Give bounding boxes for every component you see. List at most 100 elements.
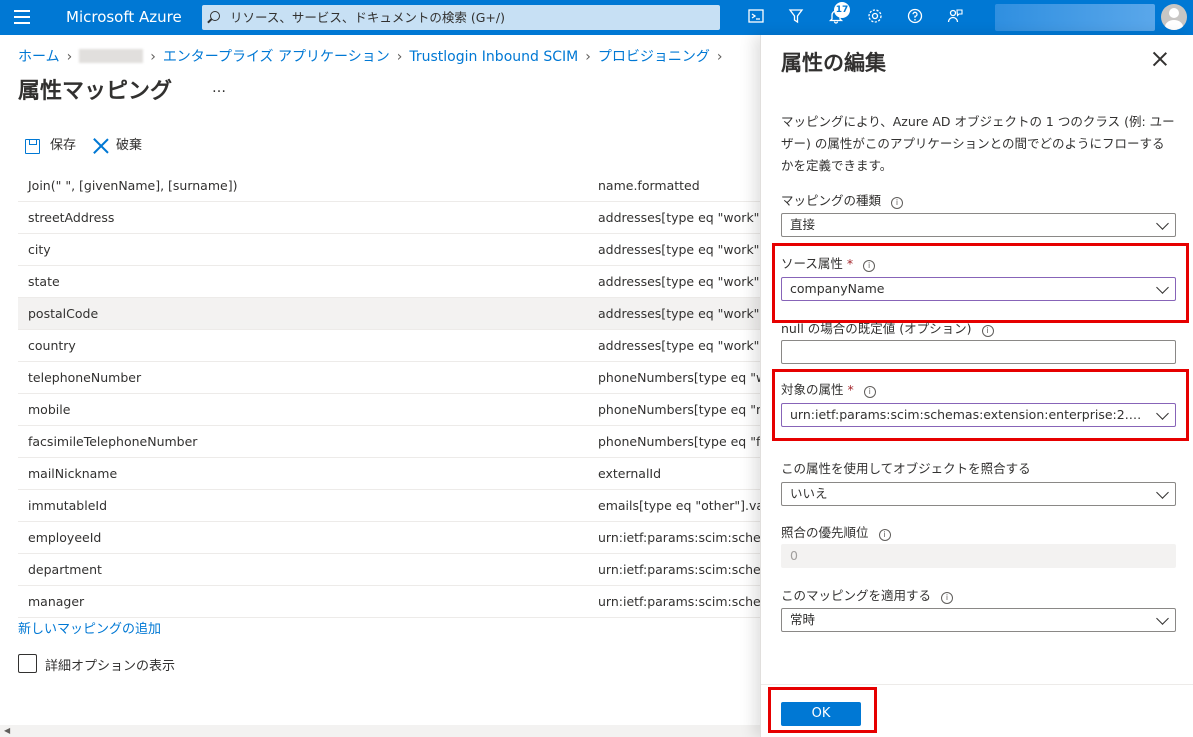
source-attribute-cell: mailNickname [28,466,118,481]
source-attribute-cell: department [28,562,102,577]
source-attribute-cell: telephoneNumber [28,370,142,385]
table-row[interactable]: Join(" ", [givenName], [surname]) name.fo… [18,170,760,202]
target-attribute-cell: addresses[type eq "work"].country [598,338,760,353]
table-row[interactable]: state addresses[type eq "work"].region [18,266,760,298]
source-attribute-cell: country [28,338,76,353]
breadcrumb-enterprise-apps[interactable]: エンタープライズ アプリケーション [163,49,390,65]
panel-footer-divider [761,684,1193,685]
table-row[interactable]: city addresses[type eq "work"].locality [18,234,760,266]
table-row[interactable]: immutableId emails[type eq "other"].value [18,490,760,522]
show-advanced-checkbox[interactable] [18,654,37,673]
info-icon[interactable]: i [863,260,876,272]
chevron-right-icon: › [585,49,591,65]
target-attribute-cell: phoneNumbers[type eq "work"].value [598,370,760,385]
source-attribute-label: ソース属性 * i [781,253,876,272]
breadcrumb-tenant-blurred[interactable] [79,49,144,63]
required-mark: * [847,382,854,397]
panel-description: マッピングにより、Azure AD オブジェクトの 1 つのクラス (例: ユー… [781,114,1175,173]
info-icon[interactable]: i [891,197,904,209]
breadcrumb: ホーム › › エンタープライズ アプリケーション › Trustlogin Inboun… [18,46,729,66]
panel-title: 属性の編集 [781,51,886,75]
source-attribute-cell: streetAddress [28,210,115,225]
chevron-right-icon: › [716,49,723,65]
feedback-icon[interactable] [945,8,965,28]
chevron-right-icon: › [396,49,403,65]
source-attribute-cell: Join(" ", [givenName], [surname]) [28,178,238,193]
table-row[interactable]: employeeId urn:ietf:params:scim:schemas:e… [18,522,760,554]
scroll-left-icon[interactable]: ◀ [4,726,10,735]
table-row[interactable]: country addresses[type eq "work"].country [18,330,760,362]
close-icon[interactable] [1152,51,1168,67]
mapping-type-dropdown[interactable]: 直接 [781,213,1176,237]
mapping-table: Join(" ", [givenName], [surname]) name.fo… [18,170,760,618]
save-button[interactable]: 保存 [25,137,80,157]
table-row[interactable]: mailNickname externalId [18,458,760,490]
portal-brand[interactable]: Microsoft Azure [66,8,182,26]
breadcrumb-app[interactable]: Trustlogin Inbound SCIM [409,49,578,65]
target-attribute-cell: phoneNumbers[type eq "fax"].value [598,434,760,449]
info-icon[interactable]: i [863,386,876,398]
target-attribute-cell: urn:ietf:params:scim:schemas:extension:e… [598,594,760,609]
source-attribute-cell: city [28,242,51,257]
source-attribute-cell: employeeId [28,530,102,545]
horizontal-scrollbar[interactable]: ◀ [0,725,760,737]
menu-icon[interactable] [14,10,30,24]
target-attribute-cell: urn:ietf:params:scim:schemas:extension:e… [598,562,760,577]
info-icon[interactable]: i [981,325,994,337]
cloud-shell-icon[interactable] [746,8,766,28]
breadcrumb-provisioning[interactable]: プロビジョニング [598,49,710,65]
table-row[interactable]: facsimileTelephoneNumber phoneNumbers[typ… [18,426,760,458]
notification-count-badge: 17 [834,2,850,18]
avatar[interactable] [1161,4,1187,30]
source-attribute-cell: facsimileTelephoneNumber [28,434,198,449]
matching-precedence-label: 照合の優先順位 i [781,522,891,541]
table-row[interactable]: manager urn:ietf:params:scim:schemas:exte… [18,586,760,618]
chevron-down-icon [1156,486,1169,499]
target-attribute-cell: name.formatted [598,178,700,193]
table-row[interactable]: telephoneNumber phoneNumbers[type eq "wor… [18,362,760,394]
mapping-type-label: マッピングの種類 i [781,190,904,209]
target-attribute-cell: addresses[type eq "work"].streetAddress [598,210,760,225]
target-attribute-dropdown[interactable]: urn:ietf:params:scim:schemas:extension:e… [781,403,1176,427]
source-attribute-cell: immutableId [28,498,108,513]
default-if-null-label: null の場合の既定値 (オプション) i [781,318,994,337]
show-advanced-label[interactable]: 詳細オプションの表示 [45,655,175,674]
info-icon[interactable]: i [941,592,954,604]
table-row[interactable]: postalCode addresses[type eq "work"].post… [18,298,760,330]
search-icon [210,11,220,21]
chevron-down-icon [1156,281,1169,294]
default-if-null-input[interactable] [781,340,1176,364]
info-icon[interactable]: i [878,529,891,541]
table-row[interactable]: streetAddress addresses[type eq "work"].s… [18,202,760,234]
discard-button[interactable]: 破棄 [92,137,147,157]
breadcrumb-home[interactable]: ホーム [18,49,60,65]
matching-precedence-input: 0 [781,544,1176,568]
table-row[interactable]: department urn:ietf:params:scim:schemas:e… [18,554,760,586]
match-objects-dropdown[interactable]: いいえ [781,482,1176,506]
page-title: 属性マッピング [18,79,173,104]
search-input[interactable]: リソース、サービス、ドキュメントの検索 (G+/) [202,5,720,30]
chevron-down-icon [1156,217,1169,230]
directory-filter-icon[interactable] [786,8,806,28]
chevron-right-icon: › [150,49,156,65]
account-info-blurred[interactable] [995,4,1155,31]
ok-button[interactable]: OK [781,702,861,726]
chevron-down-icon [1156,612,1169,625]
chevron-down-icon [1156,407,1169,420]
target-attribute-cell: urn:ietf:params:scim:schemas:extension:e… [598,530,760,545]
source-attribute-dropdown[interactable]: companyName [781,277,1176,301]
edit-attribute-panel: 属性の編集 マッピングにより、Azure AD オブジェクトの 1 つのクラス … [760,35,1193,737]
target-attribute-cell: externalId [598,466,662,481]
add-mapping-link[interactable]: 新しいマッピングの追加 [18,618,161,637]
search-placeholder: リソース、サービス、ドキュメントの検索 (G+/) [230,10,505,25]
settings-gear-icon[interactable] [865,8,885,28]
discard-x-icon [92,137,110,155]
discard-label: 破棄 [116,138,143,153]
help-icon[interactable] [905,8,925,28]
apply-mapping-dropdown[interactable]: 常時 [781,608,1176,632]
table-row[interactable]: mobile phoneNumbers[type eq "mobile"].val… [18,394,760,426]
required-mark: * [846,256,854,271]
more-options-icon[interactable]: … [212,80,226,96]
target-attribute-label: 対象の属性 * i [781,379,876,398]
target-attribute-cell: emails[type eq "other"].value [598,498,760,513]
